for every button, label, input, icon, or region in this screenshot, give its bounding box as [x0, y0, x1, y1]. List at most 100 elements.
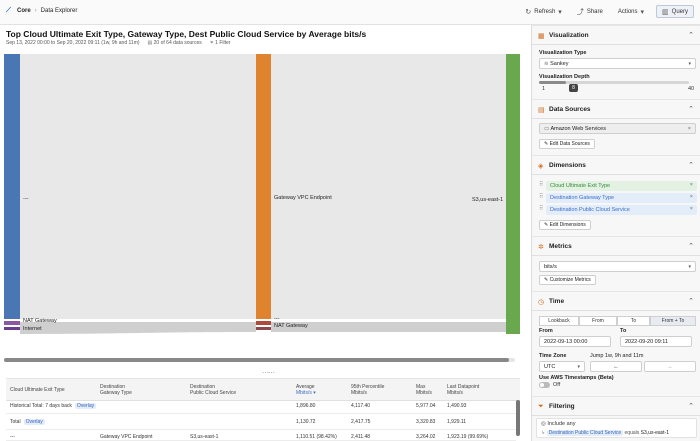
sankey-node-gateway-vpc-endpoint[interactable] — [256, 54, 271, 319]
chevron-up-icon[interactable]: ⌃ — [688, 105, 694, 113]
section-metrics-header[interactable]: ✲ Metrics ⌃ — [532, 236, 700, 256]
filter-arrow-icon: ↳ — [541, 430, 546, 436]
database-icon: ▤ — [538, 107, 545, 114]
include-any-label[interactable]: ◎ Include any — [541, 421, 575, 427]
arrow-left-icon: ← — [613, 364, 619, 370]
chevron-up-icon[interactable]: ⌃ — [688, 161, 694, 169]
column-header-cloud-service[interactable]: Destination Public Cloud Service — [190, 384, 236, 396]
table-row[interactable]: --- Gateway VPC Endpoint S3,us-east-1 1,… — [6, 430, 516, 441]
chevron-up-icon[interactable]: ⌃ — [688, 31, 694, 39]
time-mode-from[interactable]: From — [579, 316, 617, 326]
sankey-label-s3-us-east-1: S3,us-east-1 — [472, 197, 504, 203]
column-header-95th[interactable]: 95th Percentile Mbits/s — [351, 384, 384, 396]
sankey-svg — [4, 54, 520, 334]
cell-max: 3,264.02 — [416, 434, 436, 440]
top-bar: ⟋ Core › Data Explorer ↻ Refresh ▾ ⤴ Sha… — [0, 0, 700, 25]
breadcrumb-core[interactable]: Core — [17, 8, 31, 14]
section-data-sources-header[interactable]: ▤ Data Sources ⌃ — [532, 99, 700, 119]
jump-label: Jump 1w, 9h and 11m — [590, 353, 644, 359]
cell-max: 3,320.83 — [416, 419, 436, 425]
column-header-max[interactable]: Max Mbits/s — [416, 384, 432, 396]
chart-icon: ▦ — [538, 33, 545, 40]
query-panel-icon: ▥ — [662, 8, 669, 16]
cell-95th: 2,417.75 — [351, 419, 371, 425]
refresh-button[interactable]: ↻ Refresh ▾ — [522, 5, 564, 18]
close-icon[interactable]: × — [690, 182, 693, 188]
database-icon: ▤ — [147, 40, 153, 46]
resize-handle-icon[interactable]: ⋯⋯ — [262, 369, 275, 377]
drag-grip-icon[interactable]: ⠿ — [539, 205, 543, 212]
customize-metrics-button[interactable]: ✎ Customize Metrics — [539, 275, 596, 285]
refresh-label: Refresh — [534, 8, 556, 15]
table-vertical-scrollbar[interactable] — [516, 400, 520, 436]
drag-grip-icon[interactable]: ⠿ — [539, 193, 543, 200]
clock-icon: ◷ — [538, 299, 545, 306]
table-row[interactable]: Total Overlay 1,130.72 2,417.75 3,320.83 … — [6, 414, 516, 430]
sankey-flow-main-right[interactable] — [271, 54, 506, 319]
aws-timestamps-toggle[interactable] — [539, 382, 550, 388]
sankey-node-unknown-gateway[interactable] — [256, 321, 271, 325]
table-row[interactable]: Historical Total: 7 days back Overlay 1,8… — [6, 398, 516, 414]
horizontal-scrollbar[interactable] — [4, 358, 515, 362]
dimension-chip-gateway-type[interactable]: Destination Gateway Type × — [546, 193, 697, 203]
filter-rule[interactable]: ↳ Destination Public Cloud Service equal… — [541, 430, 669, 436]
to-date-input[interactable]: 2022-09-20 09:11 — [620, 336, 692, 347]
share-button[interactable]: ⤴ Share — [574, 5, 606, 18]
time-mode-from-to[interactable]: From + To — [650, 316, 696, 326]
query-button[interactable]: ▥ Query — [656, 5, 694, 18]
sankey-node-internet[interactable] — [4, 327, 20, 330]
time-mode-to[interactable]: To — [617, 316, 650, 326]
actions-button[interactable]: Actions ▾ — [615, 5, 647, 18]
sankey-node-unknown[interactable] — [4, 54, 20, 319]
metric-select[interactable]: bits/s ▾ — [539, 261, 696, 272]
kentik-logo-icon[interactable]: ⟋ — [6, 7, 13, 14]
filters-text: 1 Filter — [215, 40, 231, 46]
depth-min-label: 1 — [542, 86, 546, 92]
sankey-node-s3-us-east-1[interactable] — [506, 54, 520, 334]
cell-last: 1,923.19 (99.69%) — [447, 434, 489, 440]
chevron-up-icon[interactable]: ⌃ — [688, 242, 694, 250]
row-label: Historical Total: 7 days back — [10, 403, 72, 409]
time-mode-lookback[interactable]: Lookback — [539, 316, 579, 326]
close-icon[interactable]: × — [690, 194, 693, 200]
visualization-depth-label: Visualization Depth — [539, 74, 590, 80]
scrollbar-thumb[interactable] — [4, 358, 509, 362]
visualization-type-select[interactable]: ≋ Sankey ▾ — [539, 58, 696, 69]
time-zone-label: Time Zone — [539, 353, 567, 359]
close-icon[interactable]: × — [690, 206, 693, 212]
sankey-node-nat-gateway-2[interactable] — [256, 327, 271, 330]
column-header-gateway-type[interactable]: Destination Gateway Type — [100, 384, 132, 396]
sort-desc-icon: ▾ — [313, 390, 316, 396]
sankey-label-nat-gateway: NAT Gateway — [23, 318, 57, 324]
pencil-icon: ✎ — [544, 141, 549, 147]
column-header-average[interactable]: Average Mbits/s ▾ — [296, 384, 316, 396]
section-filtering-header[interactable]: ⏷ Filtering ⌃ — [532, 396, 700, 416]
depth-slider-thumb[interactable]: 8 — [569, 84, 578, 92]
drag-grip-icon[interactable]: ⠿ — [539, 181, 543, 188]
section-dimensions-header[interactable]: ◈ Dimensions ⌃ — [532, 155, 700, 175]
cell-average: 1,110.51 (98.42%) — [296, 434, 337, 440]
data-source-chip[interactable]: ▭ Amazon Web Services × — [539, 123, 696, 134]
cell-exit-type: --- — [10, 434, 15, 440]
depth-slider-track[interactable] — [539, 81, 689, 84]
close-icon[interactable]: × — [688, 126, 691, 132]
edit-data-sources-button[interactable]: ✎ Edit Data Sources — [539, 139, 595, 149]
from-date-input[interactable]: 2022-09-13 00:00 — [539, 336, 611, 347]
jump-back-button[interactable]: ← — [590, 361, 642, 372]
section-time-header[interactable]: ◷ Time ⌃ — [532, 291, 700, 311]
chevron-up-icon[interactable]: ⌃ — [688, 402, 694, 410]
jump-forward-button[interactable]: → — [644, 361, 696, 372]
breadcrumb: ⟋ Core › Data Explorer — [6, 7, 77, 14]
time-zone-select[interactable]: UTC ▾ — [539, 361, 585, 372]
chevron-up-icon[interactable]: ⌃ — [688, 297, 694, 305]
dimension-chip-exit-type[interactable]: Cloud Ultimate Exit Type × — [546, 181, 697, 191]
filter-icon: ⏷ — [538, 403, 544, 410]
section-visualization-header[interactable]: ▦ Visualization ⌃ — [532, 25, 700, 45]
edit-dimensions-button[interactable]: ✎ Edit Dimensions — [539, 220, 591, 230]
dimension-chip-cloud-service[interactable]: Destination Public Cloud Service × — [546, 205, 697, 215]
column-header-last-datapoint[interactable]: Last Datapoint Mbits/s — [447, 384, 479, 396]
from-label: From — [539, 328, 553, 334]
sankey-flow-main-left[interactable] — [20, 54, 256, 319]
column-header-exit-type[interactable]: Cloud Ultimate Exit Type — [10, 387, 65, 393]
sankey-node-nat-gateway[interactable] — [4, 321, 20, 325]
